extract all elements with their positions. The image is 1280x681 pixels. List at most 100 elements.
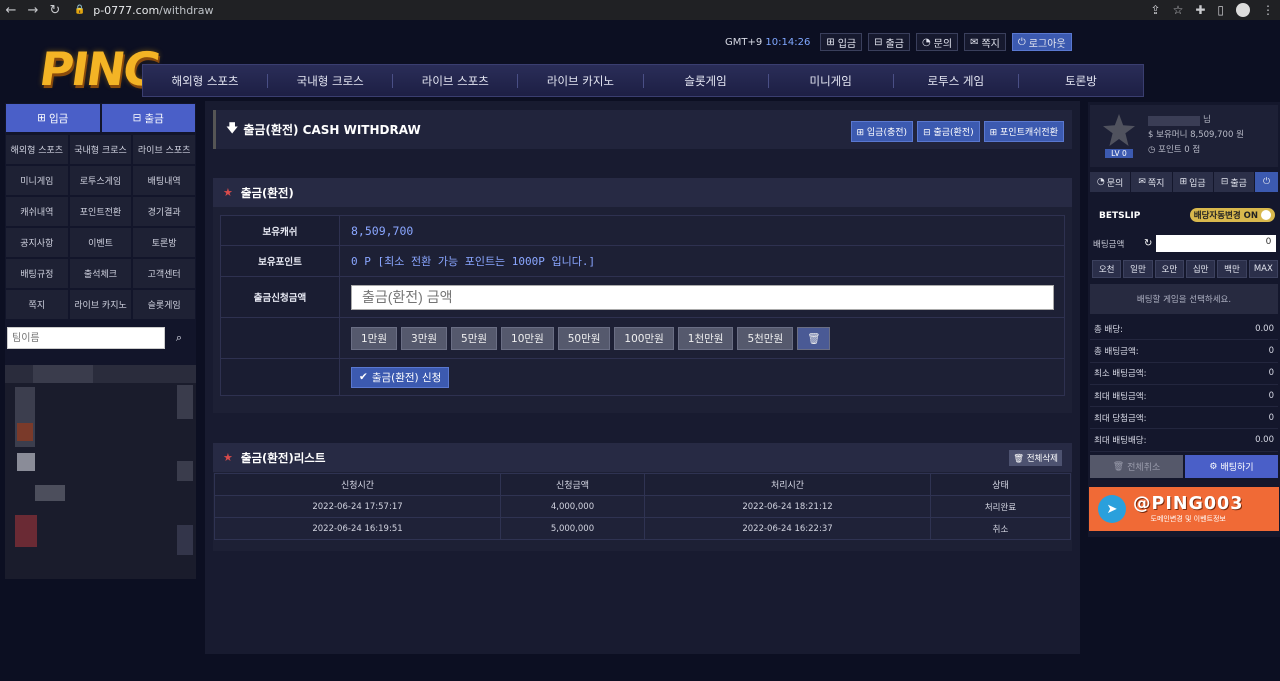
withdraw-history-table: 신청시간 신청금액 처리시간 상태 2022-06-24 17:57:17 4,… <box>214 473 1071 540</box>
plus-square-icon: ⊞ <box>1179 177 1188 187</box>
sidebar-menu-item[interactable]: 이벤트 <box>69 228 132 257</box>
arrow-down-icon: 🡇 <box>226 121 239 135</box>
star-icon: ★ <box>223 451 233 464</box>
amount-preset-button[interactable]: 3만원 <box>401 326 448 350</box>
amount-preset-button[interactable]: 5천만원 <box>737 326 794 350</box>
side-logout-button[interactable]: ⏻ <box>1255 172 1278 192</box>
bet-amount-input[interactable]: 0 <box>1156 235 1277 252</box>
share-icon[interactable]: ⇪ <box>1151 3 1161 17</box>
top-message-button[interactable]: ✉ 쪽지 <box>964 33 1006 51</box>
url-path: /withdraw <box>159 3 214 17</box>
deposit-charge-button[interactable]: ⊞ 입금(충전) <box>850 121 914 142</box>
nav-item[interactable]: 라이브 카지노 <box>518 73 644 88</box>
sidebar-menu-item[interactable]: 로투스게임 <box>69 166 132 195</box>
bet-chip[interactable]: 백만 <box>1217 260 1247 278</box>
side-deposit-button[interactable]: ⊞ 입금 <box>1172 172 1213 192</box>
withdraw-form: 보유캐쉬 8,509,700 보유포인트 0 P [최소 전환 가능 포인트는 … <box>220 215 1065 396</box>
money-row: $ 보유머니 8,509,700 원 <box>1148 130 1244 140</box>
side-message-button[interactable]: ✉ 쪽지 <box>1131 172 1172 192</box>
withdraw-amount-input[interactable] <box>351 284 1054 310</box>
sidebar-menu-item[interactable]: 출석체크 <box>69 259 132 288</box>
nav-item[interactable]: 미니게임 <box>769 73 894 88</box>
url-host: p-0777.com <box>93 3 160 17</box>
level-badge: LV 0 <box>1105 149 1133 158</box>
forward-icon[interactable]: → <box>22 3 44 18</box>
sidebar-menu-item[interactable]: 미니게임 <box>6 166 68 195</box>
sidebar-menu-item[interactable]: 토론방 <box>133 228 195 257</box>
summary-row: 최대 당첨금액: 0 <box>1090 407 1278 430</box>
main-nav: 해외형 스포츠 국내형 크로스 라이브 스포츠 라이브 카지노 슬롯게임 미니게… <box>142 64 1144 97</box>
sidebar-withdraw-button[interactable]: ⊟ 출금 <box>101 104 195 132</box>
sidebar-menu-item[interactable]: 해외형 스포츠 <box>6 135 68 164</box>
amount-preset-button[interactable]: 1천만원 <box>677 326 734 350</box>
section-title: 출금(환전)리스트 <box>240 450 326 465</box>
back-icon[interactable]: ← <box>0 3 22 18</box>
right-sidebar: LV 0 님 $ 보유머니 8,509,700 원 ◷ 포인트 0 점 ◔ 문의 … <box>1088 102 1280 537</box>
bet-chip[interactable]: MAX <box>1248 260 1278 278</box>
top-deposit-button[interactable]: ⊞ 입금 <box>820 33 863 51</box>
sidebar-menu-item[interactable]: 경기결과 <box>133 197 195 226</box>
refresh-icon[interactable]: ↻ <box>1144 238 1152 249</box>
minus-square-icon: ⊟ <box>874 36 883 48</box>
top-withdraw-button[interactable]: ⊟ 출금 <box>868 33 910 51</box>
bet-chip[interactable]: 일만 <box>1123 260 1153 278</box>
nav-item[interactable]: 토론방 <box>1019 74 1143 88</box>
sidebar-menu-item[interactable]: 공지사항 <box>6 228 68 257</box>
menu-icon[interactable]: ⋮ <box>1262 3 1274 17</box>
sidebar-menu-item[interactable]: 배팅내역 <box>133 166 195 195</box>
delete-all-button[interactable]: 🗑 전체삭제 <box>1009 450 1062 466</box>
bet-chip[interactable]: 십만 <box>1185 260 1216 278</box>
profile-avatar[interactable] <box>1236 3 1250 17</box>
server-clock: GMT+9 10:14:26 <box>725 36 811 48</box>
summary-row: 최소 배팅금액: 0 <box>1090 363 1278 385</box>
minus-square-icon: ⊟ <box>132 112 142 124</box>
withdraw-exchange-button[interactable]: ⊟ 출금(환전) <box>917 121 980 142</box>
team-search-input[interactable] <box>7 327 165 349</box>
clear-amount-button[interactable]: 🗑 <box>797 326 831 350</box>
top-inquiry-button[interactable]: ◔ 문의 <box>915 33 959 51</box>
search-icon[interactable]: ⌕ <box>168 331 190 345</box>
sidebar-menu-item[interactable]: 국내형 크로스 <box>69 135 132 164</box>
side-inquiry-button[interactable]: ◔ 문의 <box>1090 172 1131 192</box>
amount-preset-button[interactable]: 5만원 <box>451 326 498 350</box>
amount-preset-button[interactable]: 100만원 <box>614 326 674 350</box>
sidebar-menu-item[interactable]: 배팅규정 <box>6 259 68 288</box>
auto-odds-toggle[interactable]: 배당자동변경 ON <box>1189 208 1275 222</box>
amount-preset-button[interactable]: 1만원 <box>351 326 398 350</box>
cash-value: 8,509,700 <box>351 223 414 238</box>
reload-icon[interactable]: ↻ <box>44 3 66 18</box>
star-icon: ★ <box>223 186 233 199</box>
address-bar[interactable]: 🔒 p-0777.com /withdraw <box>74 4 213 17</box>
bet-chip[interactable]: 오천 <box>1092 260 1122 278</box>
withdraw-submit-button[interactable]: ✔ 출금(환전) 신청 <box>351 366 450 388</box>
nav-item[interactable]: 슬롯게임 <box>644 73 769 88</box>
point-cash-convert-button[interactable]: ⊞ 포인트캐쉬전환 <box>983 121 1064 142</box>
star-icon[interactable]: ☆ <box>1173 3 1184 17</box>
nav-item[interactable]: 라이브 스포츠 <box>393 73 519 88</box>
extensions-icon[interactable]: ✚ <box>1195 3 1205 17</box>
side-withdraw-button[interactable]: ⊟ 출금 <box>1213 172 1254 192</box>
cancel-all-button[interactable]: 🗑 전체취소 <box>1090 455 1183 478</box>
nav-item[interactable]: 로투스 게임 <box>894 73 1019 88</box>
sidebar-menu-item[interactable]: 슬롯게임 <box>133 290 195 319</box>
sidebar-menu-item[interactable]: 캐쉬내역 <box>6 197 68 226</box>
left-sidebar: ⊞ 입금 ⊟ 출금 해외형 스포츠 국내형 크로스 라이브 스포츠 미니게임 로투스… <box>5 103 196 579</box>
telegram-banner[interactable]: ➤ @PING003 도메인변경 및 이벤트정보 <box>1089 487 1279 531</box>
amount-preset-button[interactable]: 50만원 <box>557 326 611 350</box>
nav-item[interactable]: 국내형 크로스 <box>268 73 394 88</box>
plus-square-icon: ⊞ <box>826 36 835 48</box>
amount-preset-button[interactable]: 10만원 <box>501 326 554 350</box>
sidepanel-icon[interactable]: ▯ <box>1217 3 1224 17</box>
bet-chip[interactable]: 오만 <box>1154 260 1184 278</box>
logout-button[interactable]: ⏻ 로그아웃 <box>1011 33 1072 51</box>
sidebar-menu-item[interactable]: 라이브 카지노 <box>69 290 132 319</box>
nav-item[interactable]: 해외형 스포츠 <box>143 73 269 88</box>
sidebar-menu-item[interactable]: 고객센터 <box>133 259 195 288</box>
sidebar-menu-item[interactable]: 포인트전환 <box>69 197 132 226</box>
sidebar-menu-item[interactable]: 라이브 스포츠 <box>133 135 195 164</box>
summary-row: 최대 배팅배당: 0.00 <box>1090 429 1278 452</box>
sidebar-menu-item[interactable]: 쪽지 <box>6 290 68 319</box>
betslip-title: BETSLIP <box>1099 211 1141 221</box>
place-bet-button[interactable]: ⚙ 배팅하기 <box>1185 455 1278 478</box>
sidebar-deposit-button[interactable]: ⊞ 입금 <box>6 104 100 132</box>
